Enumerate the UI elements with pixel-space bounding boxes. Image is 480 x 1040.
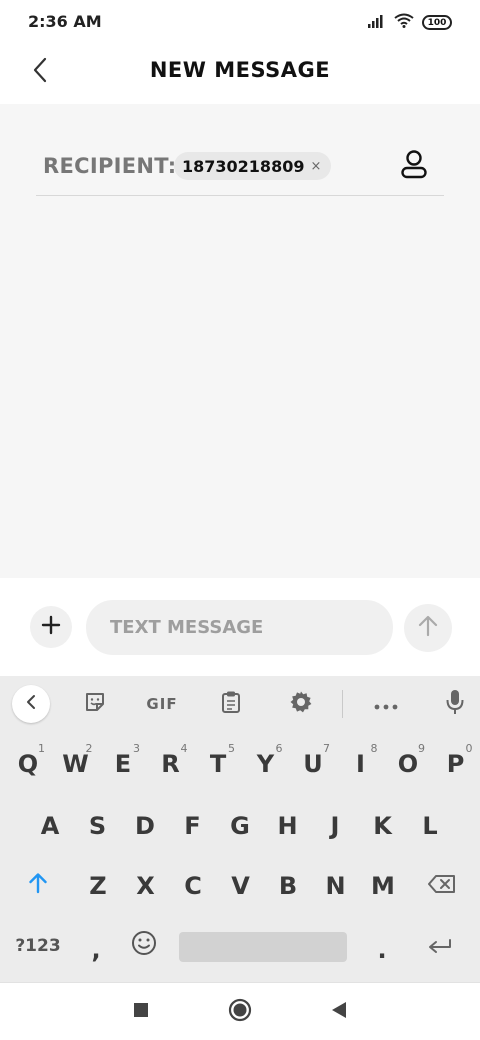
key-r[interactable]: R4 <box>151 740 191 788</box>
status-icons: 100 <box>368 13 452 32</box>
microphone-icon <box>446 689 464 719</box>
backspace-icon <box>427 872 457 900</box>
voice-input-button[interactable] <box>440 684 470 724</box>
emoji-icon <box>131 930 157 962</box>
gear-icon <box>289 690 313 718</box>
key-p[interactable]: P0 <box>436 740 476 788</box>
key-q[interactable]: Q1 <box>8 740 48 788</box>
key-c[interactable]: C <box>173 862 213 910</box>
message-input[interactable] <box>86 600 393 655</box>
clipboard-button[interactable] <box>216 684 246 724</box>
header: NEW MESSAGE <box>0 44 480 104</box>
person-icon <box>400 149 428 183</box>
chip-remove-icon[interactable]: × <box>310 159 321 174</box>
key-l[interactable]: L <box>410 802 450 850</box>
key-f[interactable]: F <box>173 802 213 850</box>
sticker-button[interactable] <box>80 684 110 724</box>
recipient-label: RECIPIENT: <box>43 154 177 178</box>
key-w[interactable]: W2 <box>56 740 96 788</box>
status-time: 2:36 AM <box>28 12 102 31</box>
clipboard-icon <box>221 690 241 718</box>
arrow-up-icon <box>417 615 439 641</box>
key-hint: 3 <box>133 742 140 755</box>
home-button[interactable] <box>225 997 255 1027</box>
key-z[interactable]: Z <box>78 862 118 910</box>
key-hint: 5 <box>228 742 235 755</box>
recipient-row: RECIPIENT: 18730218809 × <box>36 146 444 196</box>
key-t[interactable]: T5 <box>198 740 238 788</box>
key-x[interactable]: X <box>126 862 166 910</box>
key-m[interactable]: M <box>363 862 403 910</box>
wifi-icon <box>394 13 414 32</box>
backspace-key[interactable] <box>422 862 462 910</box>
key-e[interactable]: E3 <box>103 740 143 788</box>
battery-icon: 100 <box>422 15 452 30</box>
key-h[interactable]: H <box>268 802 308 850</box>
enter-icon <box>427 932 453 960</box>
shift-arrow-icon <box>28 872 48 900</box>
key-o[interactable]: O9 <box>388 740 428 788</box>
key-a[interactable]: A <box>30 802 70 850</box>
symbols-key[interactable]: ?123 <box>14 922 62 970</box>
send-button[interactable] <box>404 604 452 652</box>
add-attachment-button[interactable] <box>30 606 72 648</box>
shift-key[interactable] <box>18 862 58 910</box>
period-key[interactable]: . <box>362 926 402 974</box>
recipient-chip-text: 18730218809 <box>182 156 305 176</box>
keyboard-collapse-button[interactable] <box>12 685 50 723</box>
composer <box>0 578 480 676</box>
more-button[interactable] <box>370 684 402 724</box>
key-hint: 4 <box>180 742 188 755</box>
keyboard-settings-button[interactable] <box>286 684 316 724</box>
triangle-back-icon <box>331 1001 347 1023</box>
more-icon <box>374 695 398 714</box>
key-hint: 6 <box>275 742 283 755</box>
sticker-icon <box>84 691 106 717</box>
comma-key[interactable]: , <box>76 926 116 974</box>
emoji-key[interactable] <box>124 922 164 970</box>
key-g[interactable]: G <box>220 802 260 850</box>
recipient-chip[interactable]: 18730218809 × <box>174 152 332 180</box>
key-hint: 0 <box>465 742 473 755</box>
plus-icon <box>41 615 61 639</box>
square-icon <box>133 1002 149 1022</box>
chevron-left-icon <box>26 694 36 714</box>
key-hint: 1 <box>38 742 45 755</box>
status-bar: 2:36 AM 100 <box>0 0 480 44</box>
key-b[interactable]: B <box>268 862 308 910</box>
system-nav-bar <box>0 982 480 1040</box>
key-v[interactable]: V <box>221 862 261 910</box>
nav-back-button[interactable] <box>324 997 354 1027</box>
space-key[interactable] <box>179 932 347 962</box>
signal-icon <box>368 13 386 32</box>
enter-key[interactable] <box>420 922 460 970</box>
key-hint: 7 <box>323 742 330 755</box>
key-j[interactable]: J <box>315 802 355 850</box>
circle-icon <box>228 998 252 1026</box>
message-content-area: RECIPIENT: 18730218809 × <box>0 104 480 578</box>
keyboard: GIF Q 1 W 2 E 3 R 4 T 5 Y 6 U 7 I 8 O 9 … <box>0 676 480 982</box>
key-hint: 9 <box>418 742 425 755</box>
gif-button[interactable]: GIF <box>144 684 180 724</box>
recent-apps-button[interactable] <box>126 997 156 1027</box>
key-y[interactable]: Y6 <box>246 740 286 788</box>
toolbar-divider <box>342 690 343 718</box>
key-n[interactable]: N <box>316 862 356 910</box>
key-u[interactable]: U7 <box>293 740 333 788</box>
key-d[interactable]: D <box>125 802 165 850</box>
keyboard-toolbar: GIF <box>0 676 480 732</box>
key-k[interactable]: K <box>363 802 403 850</box>
page-title: NEW MESSAGE <box>149 58 331 82</box>
key-hint: 2 <box>85 742 93 755</box>
key-s[interactable]: S <box>78 802 118 850</box>
contact-picker-button[interactable] <box>396 148 432 184</box>
key-i[interactable]: I8 <box>341 740 381 788</box>
key-hint: 8 <box>370 742 378 755</box>
